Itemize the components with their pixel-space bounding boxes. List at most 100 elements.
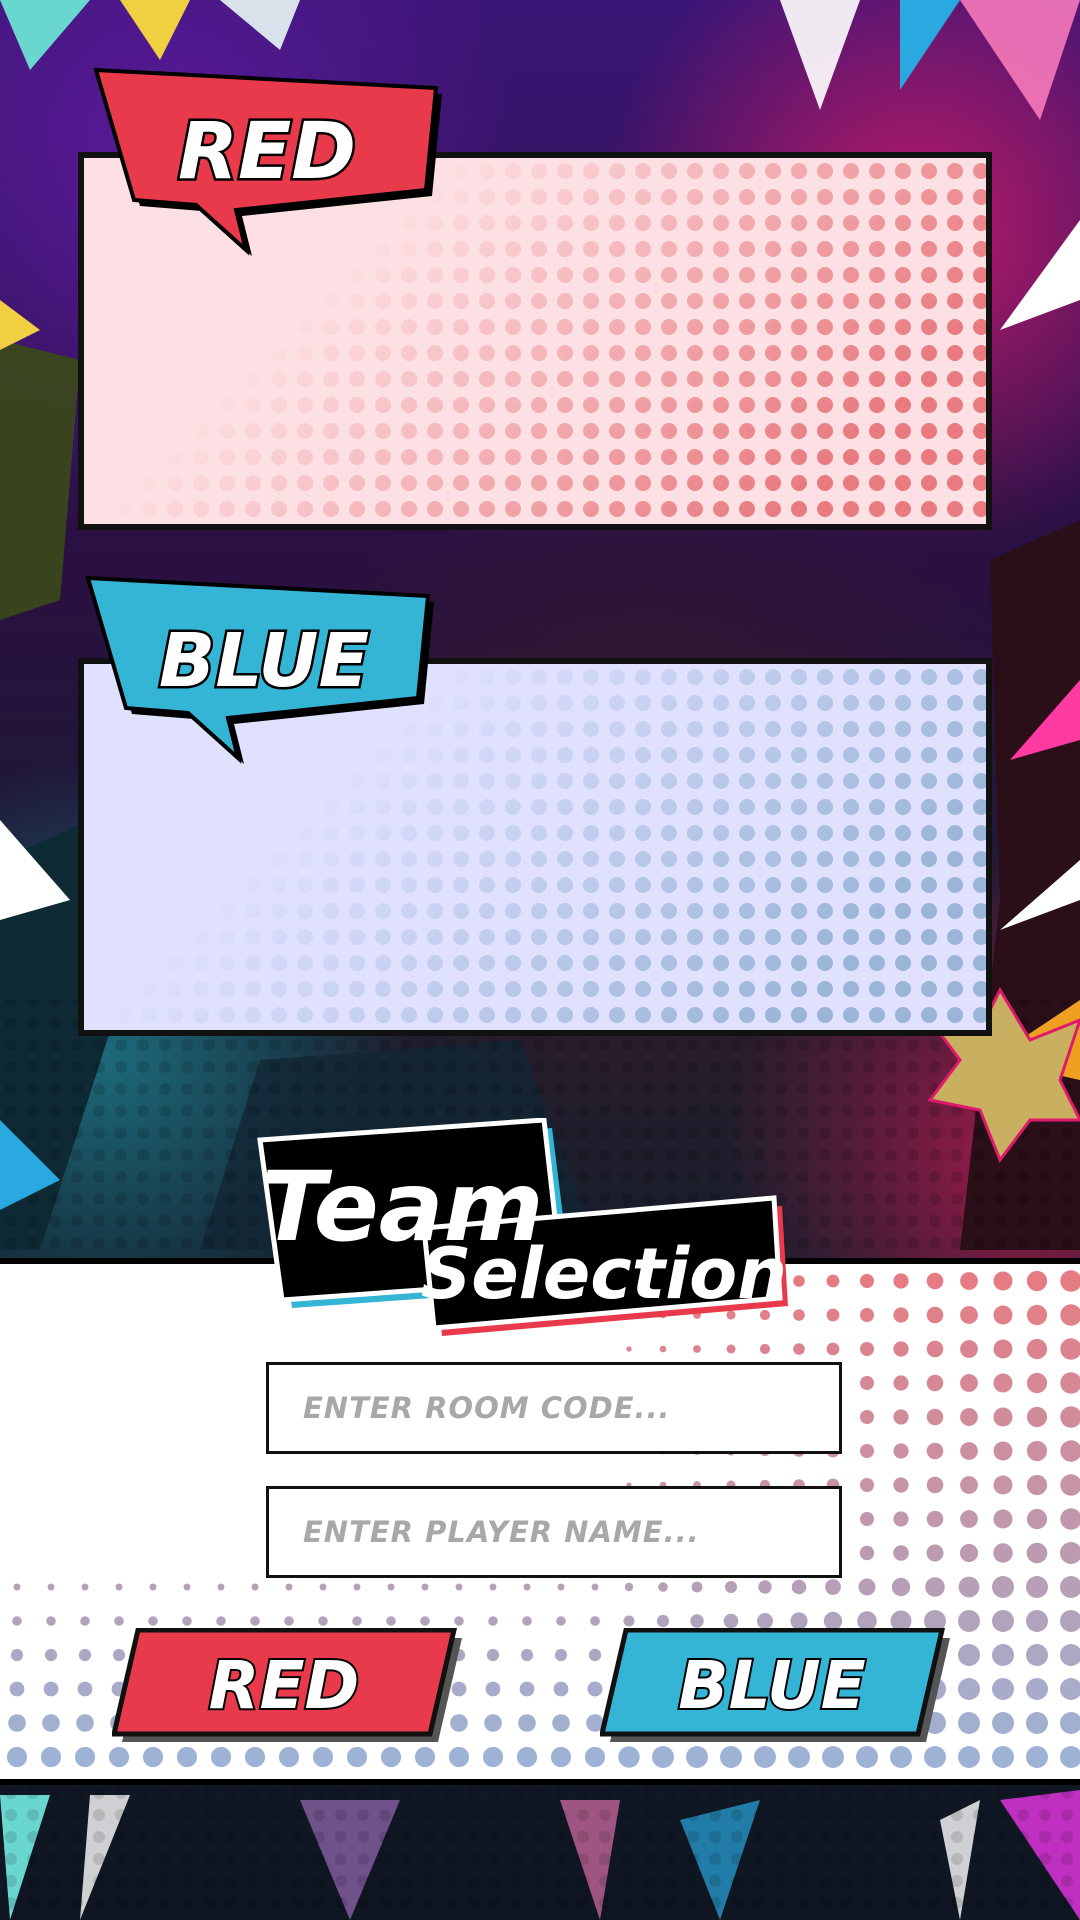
halftone-dot [686, 1746, 708, 1768]
halftone-dot [519, 1681, 535, 1697]
halftone-dot [992, 1678, 1014, 1700]
halftone-dot [860, 1308, 874, 1322]
halftone-dot [319, 1583, 327, 1591]
halftone-dot [1026, 1474, 1048, 1496]
halftone-dot [353, 1583, 361, 1591]
halftone-dot [387, 1583, 395, 1591]
halftone-dot [926, 1442, 944, 1460]
halftone-dot [285, 1583, 293, 1591]
halftone-dot [484, 1714, 502, 1732]
halftone-dot [691, 1581, 703, 1593]
halftone-dot [78, 1648, 92, 1662]
halftone-dot [142, 1746, 164, 1768]
halftone-dot [958, 1610, 980, 1632]
halftone-dot [1026, 1678, 1048, 1700]
halftone-dot [1026, 1712, 1048, 1734]
room-code-field[interactable] [266, 1362, 842, 1454]
halftone-dot [860, 1478, 874, 1492]
halftone-dot [74, 1746, 96, 1768]
halftone-dot [960, 1408, 978, 1426]
halftone-dot [860, 1342, 874, 1356]
halftone-dot [1026, 1304, 1048, 1326]
halftone-dot [1026, 1270, 1048, 1292]
halftone-dot [893, 1545, 909, 1561]
red-badge-label: RED [178, 107, 356, 197]
halftone-dot [924, 1746, 946, 1768]
halftone-dot [960, 1476, 978, 1494]
halftone-dot [893, 1341, 909, 1357]
halftone-dot [993, 1407, 1013, 1427]
halftone-dot [822, 1746, 844, 1768]
halftone-dot [652, 1746, 674, 1768]
halftone-dot [960, 1306, 978, 1324]
halftone-dot [826, 1342, 840, 1356]
player-name-input[interactable] [269, 1489, 839, 1575]
halftone-dot [210, 1746, 232, 1768]
halftone-dot [414, 1746, 436, 1768]
halftone-dot [13, 1583, 21, 1591]
halftone-dot [1026, 1406, 1048, 1428]
halftone-dot [860, 1376, 874, 1390]
halftone-dot [926, 1306, 944, 1324]
blue-badge-label: BLUE [159, 618, 369, 704]
halftone-dot [485, 1681, 501, 1697]
halftone-dot [993, 1271, 1013, 1291]
halftone-dot [1026, 1610, 1048, 1632]
halftone-dot [992, 1610, 1014, 1632]
halftone-dot [893, 1511, 909, 1527]
red-team-button[interactable]: RED [112, 1628, 462, 1742]
halftone-dot [926, 1476, 944, 1494]
halftone-dot [826, 1308, 840, 1322]
halftone-dot [860, 1512, 874, 1526]
halftone-dot [522, 1616, 532, 1626]
halftone-dot [758, 1580, 772, 1594]
room-code-input[interactable] [269, 1365, 839, 1451]
halftone-dot [318, 1616, 328, 1626]
halftone-dot [1026, 1508, 1048, 1530]
halftone-dot [859, 1545, 875, 1561]
halftone-dot [590, 1616, 600, 1626]
halftone-dot [488, 1616, 498, 1626]
halftone-dot [76, 1714, 94, 1732]
halftone-dot [9, 1681, 25, 1697]
blue-team-button[interactable]: BLUE [600, 1628, 950, 1742]
halftone-dot [448, 1746, 470, 1768]
halftone-dot [516, 1746, 538, 1768]
halftone-dot [176, 1746, 198, 1768]
halftone-dot [42, 1714, 60, 1732]
halftone-dot [793, 1343, 805, 1355]
halftone-dot [251, 1583, 259, 1591]
halftone-dot [352, 1616, 362, 1626]
halftone-dot [46, 1616, 56, 1626]
red-button-label: RED [209, 1647, 360, 1724]
halftone-dot [720, 1746, 742, 1768]
halftone-dot [723, 1613, 739, 1629]
halftone-dot [486, 1648, 500, 1662]
halftone-dot [81, 1583, 89, 1591]
halftone-dot [825, 1579, 841, 1595]
player-name-field[interactable] [266, 1486, 842, 1578]
halftone-dot [793, 1309, 805, 1321]
halftone-dot [40, 1746, 62, 1768]
halftone-dot [860, 1410, 874, 1424]
halftone-dot [520, 1648, 534, 1662]
halftone-dot [312, 1746, 334, 1768]
halftone-dot [108, 1746, 130, 1768]
halftone-dot [44, 1648, 58, 1662]
halftone-dot [958, 1746, 980, 1768]
halftone-dot [993, 1475, 1013, 1495]
halftone-dot [757, 1613, 773, 1629]
halftone-dot [455, 1583, 463, 1591]
halftone-dot [557, 1583, 565, 1591]
halftone-dot [725, 1581, 737, 1593]
halftone-dot [993, 1373, 1013, 1393]
blue-team-badge: BLUE [85, 575, 434, 764]
halftone-dot [925, 1577, 945, 1597]
halftone-dot [926, 1272, 944, 1290]
halftone-dot [284, 1616, 294, 1626]
halftone-dot [148, 1616, 158, 1626]
halftone-dot [8, 1714, 26, 1732]
halftone-dot [959, 1543, 979, 1563]
halftone-dot [278, 1746, 300, 1768]
halftone-dot [217, 1583, 225, 1591]
